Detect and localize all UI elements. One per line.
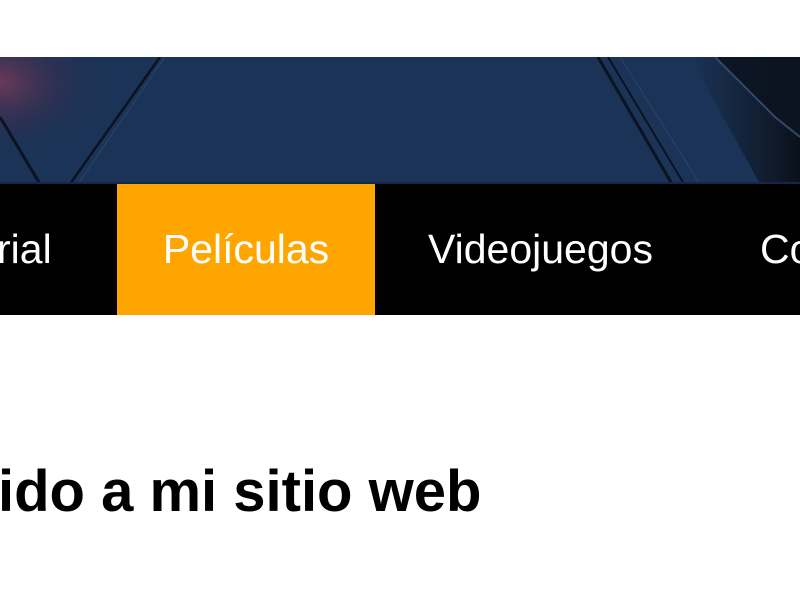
page: rial Películas Videojuegos Co ido a mi s… xyxy=(0,0,800,600)
nav-item-label: Co xyxy=(760,226,800,272)
nav-item-label: rial xyxy=(0,226,52,272)
page-title: ido a mi sitio web xyxy=(0,459,482,524)
nav-item-editorial[interactable]: rial xyxy=(0,184,114,315)
main-navigation: rial Películas Videojuegos Co xyxy=(0,184,800,315)
main-content: ido a mi sitio web xyxy=(0,440,800,550)
top-whitespace xyxy=(0,0,800,57)
hero-banner-art xyxy=(0,57,800,184)
nav-item-peliculas[interactable]: Películas xyxy=(117,184,375,315)
nav-item-label: Películas xyxy=(162,226,330,272)
hero-banner-image xyxy=(0,57,800,184)
nav-item-label: Videojuegos xyxy=(428,226,653,272)
nav-item-contacto[interactable]: Co xyxy=(760,184,800,315)
nav-item-videojuegos[interactable]: Videojuegos xyxy=(428,184,688,315)
